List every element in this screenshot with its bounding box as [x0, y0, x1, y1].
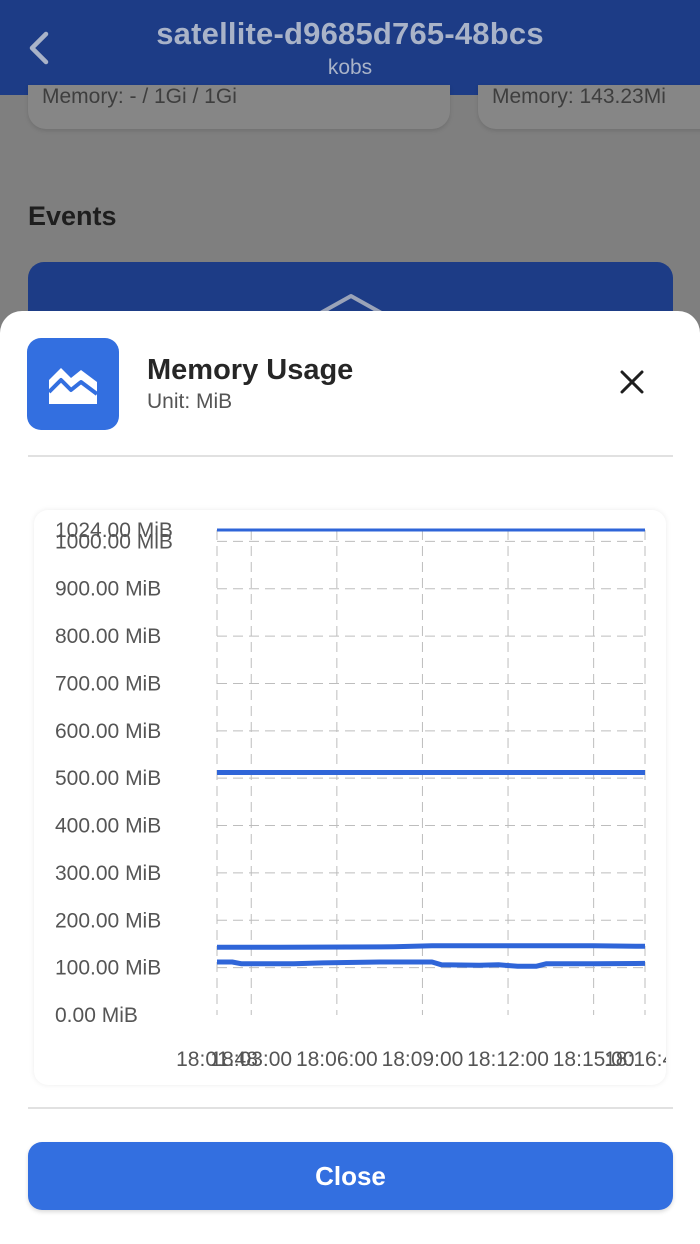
memory-usage-text: Memory: 143.23Mi: [492, 85, 666, 108]
close-button[interactable]: Close: [28, 1142, 673, 1210]
y-tick-label: 0.00 MiB: [55, 1004, 138, 1027]
app-header: satellite-d9685d765-48bcs kobs: [0, 0, 700, 95]
chart-card: 0.00 MiB 100.00 MiB 200.00 MiB 300.00 MiB 40…: [34, 510, 666, 1085]
divider: [28, 1107, 673, 1109]
chart-icon-tile: [27, 338, 119, 430]
y-tick-label: 800.00 MiB: [55, 625, 161, 648]
close-icon: [620, 370, 644, 394]
memory-chart: 0.00 MiB 100.00 MiB 200.00 MiB 300.00 MiB 40…: [55, 519, 666, 1071]
y-tick-label: 200.00 MiB: [55, 909, 161, 932]
pod-title: satellite-d9685d765-48bcs: [156, 16, 544, 51]
series-line-4: [217, 959, 646, 969]
pod-namespace: kobs: [327, 56, 373, 79]
memory-limits-text: Memory: - / 1Gi / 1Gi: [42, 85, 237, 108]
y-tick-label: 600.00 MiB: [55, 720, 161, 743]
sheet-unit: Unit: MiB: [147, 390, 233, 413]
memory-resources-card: Memory: - / 1Gi / 1Gi: [28, 85, 450, 129]
y-tick-label: 400.00 MiB: [55, 815, 161, 838]
series-line-3: [217, 943, 646, 950]
y-tick-label: 100.00 MiB: [55, 957, 161, 980]
y-tick-label: 900.00 MiB: [55, 578, 161, 601]
area-chart-icon: [47, 368, 99, 404]
y-tick-label: 700.00 MiB: [55, 672, 161, 695]
y-tick-label: 300.00 MiB: [55, 862, 161, 885]
events-heading: Events: [28, 201, 117, 231]
x-tick-label: 18:06:00: [296, 1048, 378, 1071]
y-tick-label: 500.00 MiB: [55, 767, 161, 790]
close-sheet-button[interactable]: [612, 362, 652, 402]
divider: [28, 455, 673, 457]
sheet-title: Memory Usage: [147, 354, 354, 386]
x-tick-label: 18:03:00: [210, 1048, 292, 1071]
x-tick-label: 18:12:00: [467, 1048, 549, 1071]
memory-usage-card[interactable]: Memory: 143.23Mi: [478, 85, 700, 129]
memory-usage-sheet: Memory Usage Unit: MiB 0.00 MiB 100.00 Mi…: [0, 311, 700, 1244]
x-tick-label: 18:16:48: [604, 1048, 666, 1071]
x-tick-label: 18:09:00: [382, 1048, 464, 1071]
y-tick-label: 1024.00 MiB: [55, 519, 173, 542]
